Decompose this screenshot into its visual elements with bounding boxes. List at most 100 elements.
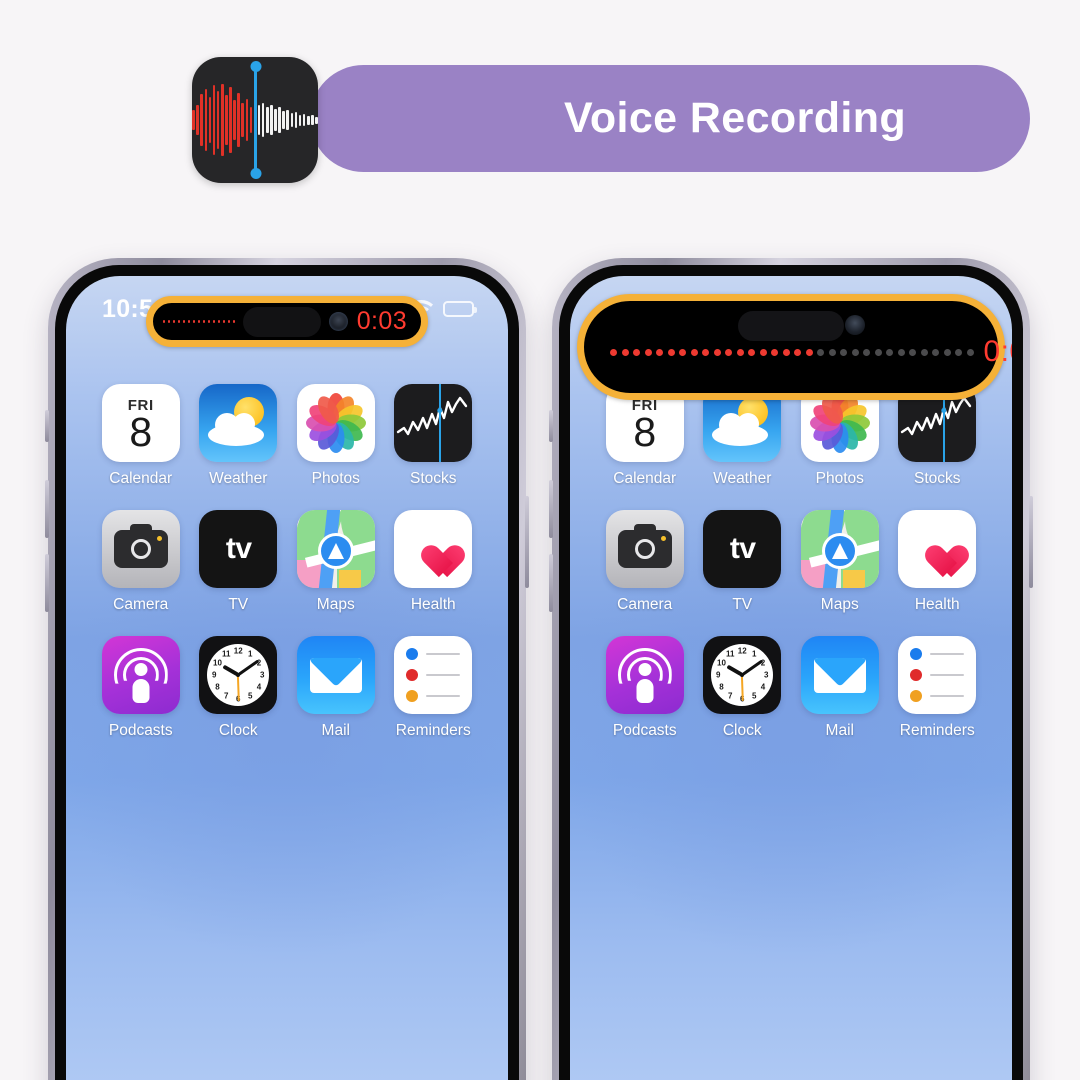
clock-icon[interactable]: 121234567891011 — [199, 636, 278, 714]
power-button[interactable] — [525, 496, 529, 588]
weather-icon[interactable] — [199, 384, 278, 462]
playhead-icon — [254, 67, 257, 173]
app-label: Calendar — [109, 470, 173, 487]
recording-waveform — [163, 318, 236, 326]
app-label: TV — [732, 596, 753, 613]
dynamic-island-expanded[interactable]: 0:06 — [577, 294, 1012, 400]
front-camera-icon — [328, 312, 348, 331]
app-health[interactable]: Health — [385, 510, 483, 614]
phone-left: 10:51 0:03 FRI 8 Calendar Weather Photos… — [45, 258, 529, 1080]
calendar-day: 8 — [633, 409, 657, 456]
app-grid-left: FRI 8 Calendar Weather Photos Stocks Camera tv T… — [66, 384, 508, 740]
mail-icon[interactable] — [800, 636, 879, 714]
sensor-housing — [738, 311, 844, 341]
app-clock[interactable]: 121234567891011 Clock — [694, 636, 792, 740]
tv-icon[interactable]: tv — [199, 510, 278, 588]
dynamic-island-compact[interactable]: 0:03 — [146, 296, 428, 347]
camera-icon[interactable] — [101, 510, 180, 588]
volume-down-button[interactable] — [549, 554, 553, 612]
app-tv[interactable]: tv TV — [190, 510, 288, 614]
app-mail[interactable]: Mail — [287, 636, 385, 740]
volume-up-button[interactable] — [45, 480, 49, 538]
stock-chart-line — [397, 396, 468, 436]
app-grid-right: FRI 8 Calendar Weather Photos Stocks Camera tv T… — [570, 384, 1012, 740]
playhead-dot — [941, 408, 947, 414]
screen-right: FRI 8 Calendar Weather Photos Stocks Camera tv T… — [570, 276, 1012, 1080]
phone-bezel: 10:51 0:03 FRI 8 Calendar Weather Photos… — [55, 265, 519, 1080]
envelope-icon — [309, 657, 362, 693]
app-label: Maps — [316, 596, 355, 613]
calendar-icon[interactable]: FRI 8 — [101, 384, 180, 462]
phone-right: FRI 8 Calendar Weather Photos Stocks Camera tv T… — [549, 258, 1033, 1080]
app-tv[interactable]: tv TV — [694, 510, 792, 614]
app-label: Stocks — [409, 470, 457, 487]
podcasts-icon[interactable] — [101, 636, 180, 714]
app-label: TV — [228, 596, 249, 613]
app-camera[interactable]: Camera — [92, 510, 190, 614]
health-icon[interactable] — [898, 510, 977, 588]
volume-down-button[interactable] — [45, 554, 49, 612]
maps-icon[interactable] — [800, 510, 879, 588]
app-calendar[interactable]: FRI 8 Calendar — [92, 384, 190, 488]
page-root: Voice Recording 10:51 0:03 FRI 8 Calenda… — [0, 0, 1080, 1080]
recording-timer: 0:03 — [356, 307, 407, 335]
volume-up-button[interactable] — [549, 480, 553, 538]
screen-left: 10:51 0:03 FRI 8 Calendar Weather Photos… — [66, 276, 508, 1080]
calendar-day: 8 — [129, 409, 153, 456]
voice-memos-waveform-icon — [192, 57, 318, 183]
app-label: Podcasts — [108, 722, 173, 739]
app-label: Health — [410, 596, 456, 613]
navigation-arrow-icon — [821, 532, 858, 569]
phone-bezel: FRI 8 Calendar Weather Photos Stocks Camera tv T… — [559, 265, 1023, 1080]
recording-waveform — [610, 348, 974, 356]
power-button[interactable] — [1029, 496, 1033, 588]
app-label: Camera — [617, 596, 673, 613]
playhead-icon — [439, 384, 442, 462]
photos-icon[interactable] — [296, 384, 375, 462]
app-podcasts[interactable]: Podcasts — [596, 636, 694, 740]
recording-timer: 0:06 — [983, 335, 1013, 368]
app-photos[interactable]: Photos — [287, 384, 385, 488]
mail-icon[interactable] — [296, 636, 375, 714]
podcasts-icon[interactable] — [605, 636, 684, 714]
app-label: Camera — [113, 596, 169, 613]
app-reminders[interactable]: Reminders — [889, 636, 987, 740]
app-label: Calendar — [613, 470, 677, 487]
app-label: Photos — [815, 470, 864, 487]
stocks-icon[interactable] — [394, 384, 473, 462]
app-reminders[interactable]: Reminders — [385, 636, 483, 740]
playhead-dot — [437, 408, 443, 414]
battery-icon — [443, 301, 477, 317]
silent-switch[interactable] — [549, 410, 553, 442]
app-maps[interactable]: Maps — [287, 510, 385, 614]
tv-icon[interactable]: tv — [703, 510, 782, 588]
app-label: Maps — [820, 596, 859, 613]
clock-icon[interactable]: 121234567891011 — [703, 636, 782, 714]
cloud-icon — [712, 413, 769, 446]
app-label: Mail — [321, 722, 350, 739]
app-stocks[interactable]: Stocks — [385, 384, 483, 488]
app-label: Weather — [713, 470, 772, 487]
reminders-icon[interactable] — [898, 636, 977, 714]
camera-icon[interactable] — [605, 510, 684, 588]
header-pill: Voice Recording — [310, 65, 1030, 172]
app-mail[interactable]: Mail — [791, 636, 889, 740]
app-clock[interactable]: 121234567891011 Clock — [190, 636, 288, 740]
heart-icon — [414, 532, 452, 566]
app-health[interactable]: Health — [889, 510, 987, 614]
silent-switch[interactable] — [45, 410, 49, 442]
maps-icon[interactable] — [296, 510, 375, 588]
app-maps[interactable]: Maps — [791, 510, 889, 614]
app-label: Photos — [311, 470, 360, 487]
app-weather[interactable]: Weather — [190, 384, 288, 488]
reminders-icon[interactable] — [394, 636, 473, 714]
page-title: Voice Recording — [563, 94, 907, 142]
tv-label: tv — [729, 532, 756, 565]
navigation-arrow-icon — [317, 532, 354, 569]
header-banner: Voice Recording — [192, 57, 1030, 183]
health-icon[interactable] — [394, 510, 473, 588]
app-label: Reminders — [899, 722, 975, 739]
app-camera[interactable]: Camera — [596, 510, 694, 614]
app-podcasts[interactable]: Podcasts — [92, 636, 190, 740]
sensor-housing — [243, 306, 321, 337]
